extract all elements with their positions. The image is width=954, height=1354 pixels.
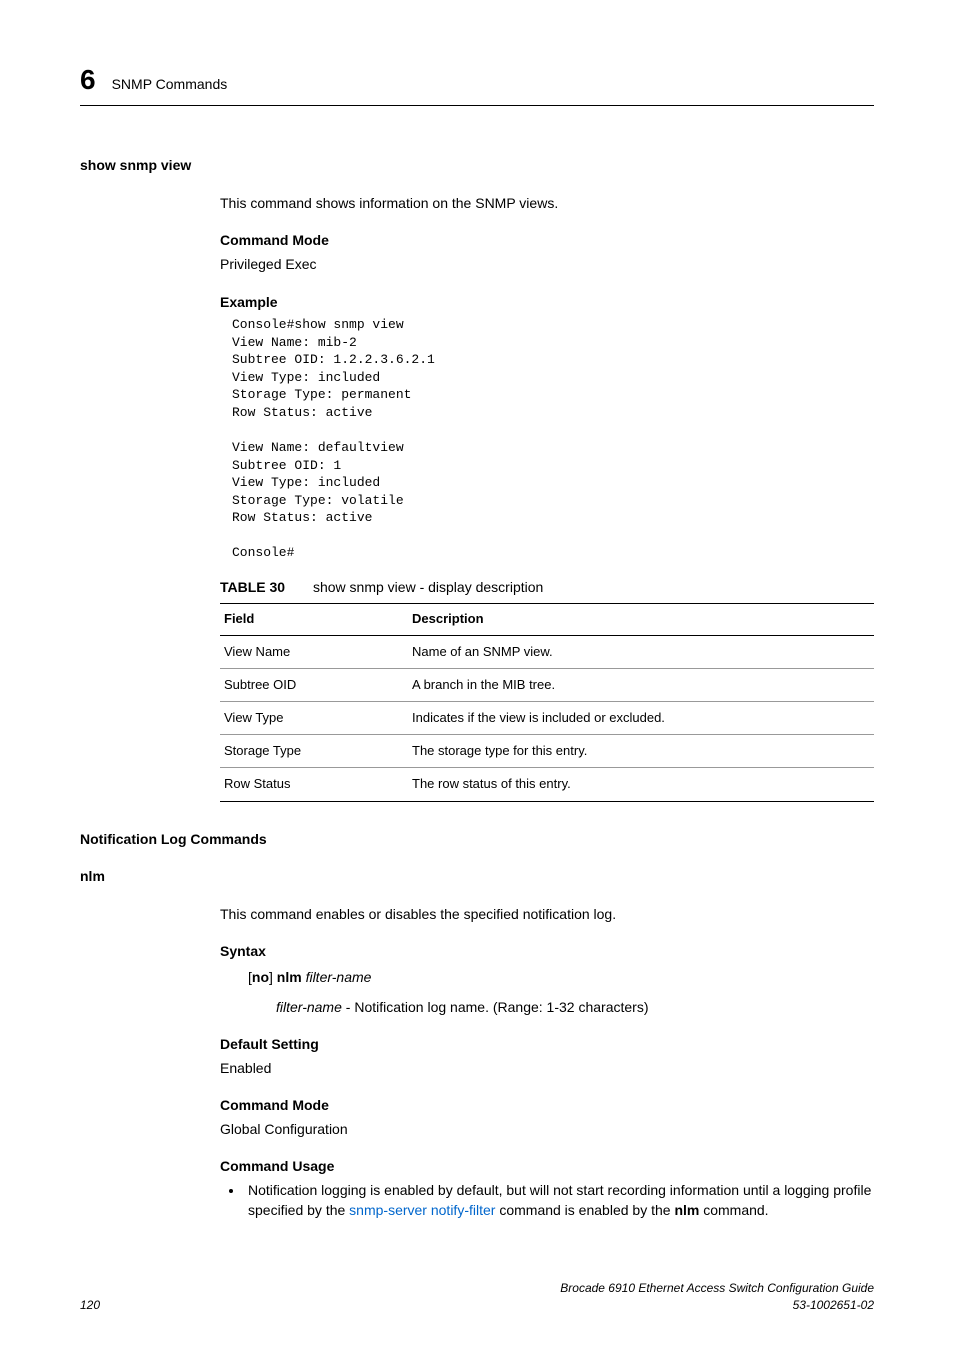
example-label: Example [220, 293, 874, 313]
table-cell-field: View Type [220, 701, 408, 734]
syntax-param-desc: filter-name - Notification log name. (Ra… [276, 998, 874, 1018]
page-number: 120 [80, 1297, 100, 1314]
table-caption-text: show snmp view - display description [313, 579, 543, 595]
default-value: Enabled [220, 1059, 874, 1079]
usage-bold: nlm [674, 1202, 699, 1218]
command-usage-label: Command Usage [220, 1157, 874, 1177]
table-cell-field: Storage Type [220, 735, 408, 768]
table-cell-desc: Indicates if the view is included or exc… [408, 701, 874, 734]
section-content-nlm: This command enables or disables the spe… [220, 905, 874, 1221]
page-header: 6 SNMP Commands [80, 60, 874, 106]
chapter-title: SNMP Commands [112, 75, 228, 95]
doc-number: 53-1002651-02 [560, 1297, 874, 1314]
table-cell-field: Subtree OID [220, 668, 408, 701]
section-heading-show-snmp-view: show snmp view [80, 156, 874, 176]
table-row: Storage Type The storage type for this e… [220, 735, 874, 768]
usage-item: Notification logging is enabled by defau… [244, 1181, 874, 1220]
usage-list: Notification logging is enabled by defau… [220, 1181, 874, 1220]
usage-link[interactable]: snmp-server notify-filter [349, 1202, 495, 1218]
doc-title: Brocade 6910 Ethernet Access Switch Conf… [560, 1280, 874, 1297]
syntax-cmd: nlm [277, 969, 302, 985]
table-label: TABLE 30 [220, 579, 285, 595]
table-cell-desc: Name of an SNMP view. [408, 635, 874, 668]
intro-text-nlm: This command enables or disables the spe… [220, 905, 874, 925]
table-cell-desc: The row status of this entry. [408, 768, 874, 801]
table-header-description: Description [408, 604, 874, 635]
default-label: Default Setting [220, 1035, 874, 1055]
table-cell-field: View Name [220, 635, 408, 668]
table-row: Row Status The row status of this entry. [220, 768, 874, 801]
syntax-line: [no] nlm filter-name [248, 968, 874, 988]
description-table: Field Description View Name Name of an S… [220, 603, 874, 801]
syntax-no: no [252, 969, 269, 985]
syntax-block: [no] nlm filter-name filter-name - Notif… [248, 968, 874, 1017]
example-code: Console#show snmp view View Name: mib-2 … [232, 316, 874, 562]
usage-post: command. [699, 1202, 768, 1218]
syntax-label: Syntax [220, 942, 874, 962]
table-cell-desc: A branch in the MIB tree. [408, 668, 874, 701]
table-row: View Name Name of an SNMP view. [220, 635, 874, 668]
sub-heading-nlm: nlm [80, 867, 874, 887]
table-caption: TABLE 30 show snmp view - display descri… [220, 578, 874, 598]
syntax-param-text: - Notification log name. (Range: 1-32 ch… [342, 999, 649, 1015]
section-heading-notification-log: Notification Log Commands [80, 830, 874, 850]
usage-mid: command is enabled by the [495, 1202, 674, 1218]
command-mode-label: Command Mode [220, 231, 874, 251]
section-content: This command shows information on the SN… [220, 194, 874, 802]
syntax-param: filter-name [306, 969, 372, 985]
table-header-field: Field [220, 604, 408, 635]
table-row: Subtree OID A branch in the MIB tree. [220, 668, 874, 701]
page-footer: 120 Brocade 6910 Ethernet Access Switch … [80, 1280, 874, 1314]
table-cell-field: Row Status [220, 768, 408, 801]
chapter-number: 6 [80, 60, 96, 99]
syntax-param-name: filter-name [276, 999, 342, 1015]
command-mode-label-2: Command Mode [220, 1096, 874, 1116]
table-row: View Type Indicates if the view is inclu… [220, 701, 874, 734]
command-mode-value: Privileged Exec [220, 255, 874, 275]
command-mode-value-2: Global Configuration [220, 1120, 874, 1140]
doc-info: Brocade 6910 Ethernet Access Switch Conf… [560, 1280, 874, 1314]
table-cell-desc: The storage type for this entry. [408, 735, 874, 768]
intro-text: This command shows information on the SN… [220, 194, 874, 214]
